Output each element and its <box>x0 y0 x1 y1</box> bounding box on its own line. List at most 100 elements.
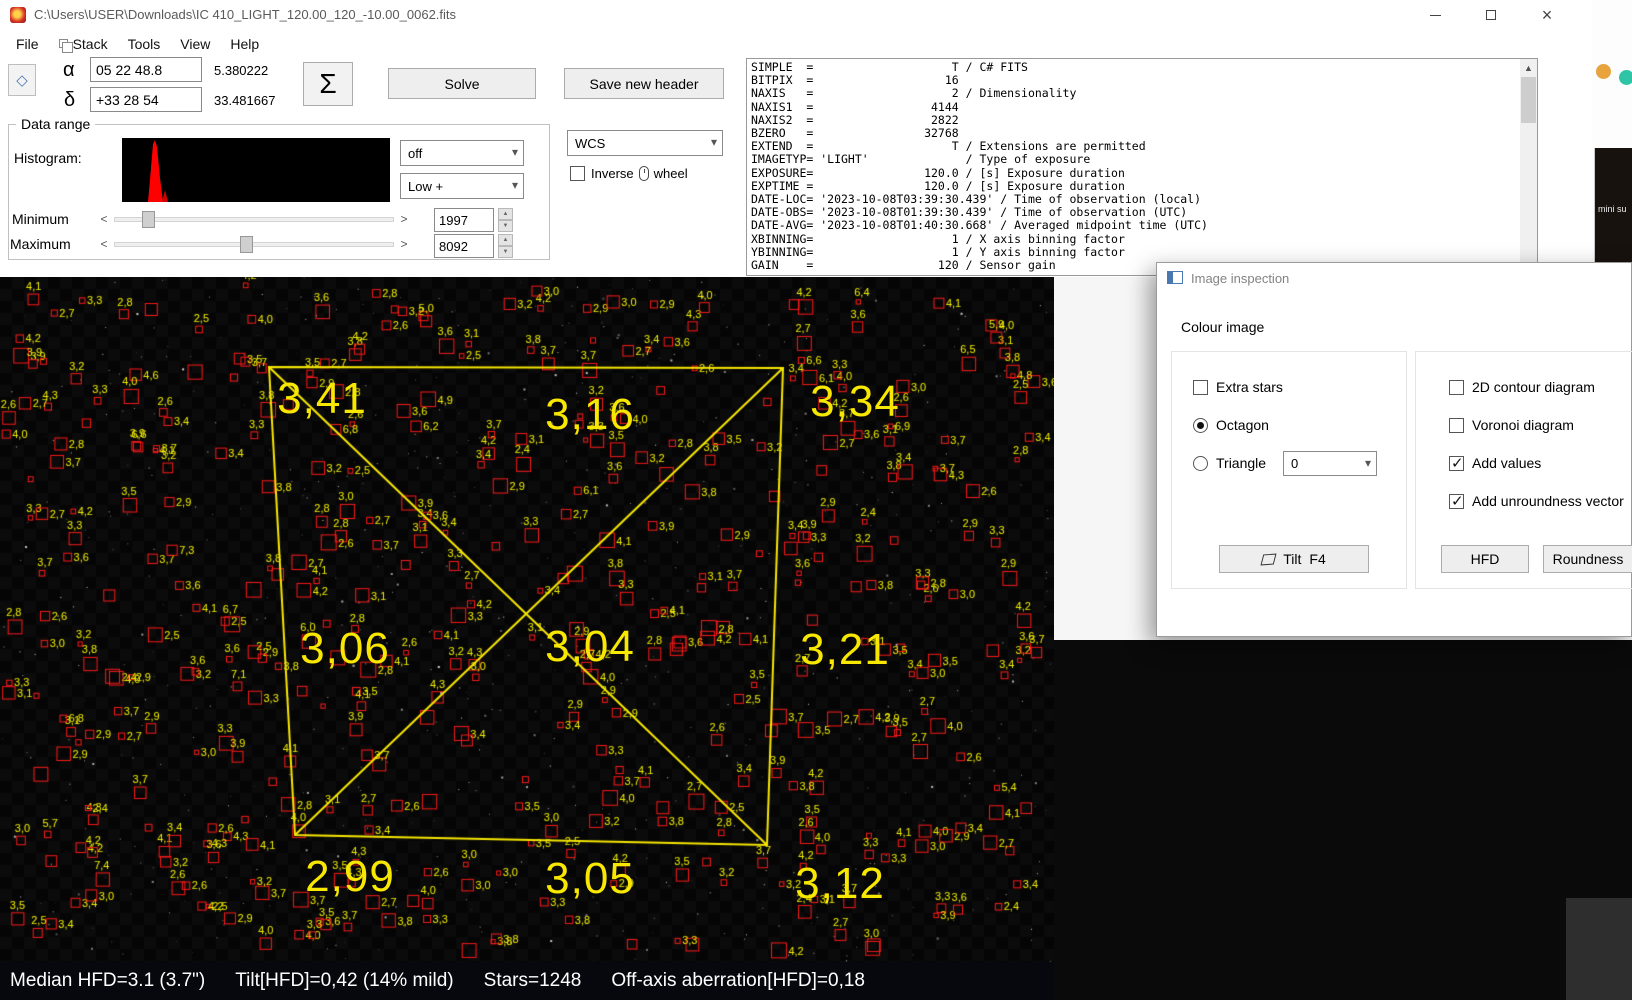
fits-header-line: NAXIS = 2 / Dimensionality <box>751 86 1077 101</box>
minimum-slider-right-arrow[interactable]: > <box>396 210 412 228</box>
sigma-button[interactable]: Σ <box>303 62 353 106</box>
minimum-slider-left-arrow[interactable]: < <box>96 210 112 228</box>
status-tilt: Tilt[HFD]=0,42 (14% mild) <box>235 970 454 991</box>
histogram-label: Histogram: <box>14 150 82 166</box>
maximum-value-input[interactable] <box>434 234 494 258</box>
tilt-button[interactable]: Tilt F4 <box>1219 545 1369 573</box>
voronoi-checkbox[interactable] <box>1449 417 1464 433</box>
minimize-icon <box>1429 14 1441 16</box>
close-button[interactable]: × <box>1524 0 1570 30</box>
fits-header-line: XBINNING= 1 / X axis binning factor <box>751 231 1125 246</box>
inverse-wheel-option[interactable]: Inverse wheel <box>570 166 688 181</box>
fits-header-line: EXPOSURE= 120.0 / [s] Exposure duration <box>751 165 1125 180</box>
hfd-button[interactable]: HFD <box>1441 545 1529 573</box>
spinner-down-icon[interactable]: ▼ <box>498 246 513 258</box>
menu-help[interactable]: Help <box>220 32 269 56</box>
octagon-radio[interactable] <box>1193 417 1208 433</box>
menu-tools[interactable]: Tools <box>118 32 171 56</box>
starfield-canvas[interactable] <box>0 277 1054 962</box>
menu-stack[interactable]: Stack <box>49 32 118 56</box>
extra-stars-checkbox[interactable] <box>1193 379 1208 395</box>
add-unroundness-checkbox[interactable] <box>1449 492 1464 510</box>
minimum-slider-thumb[interactable] <box>142 211 155 228</box>
taskbar-green-icon[interactable] <box>1619 70 1632 85</box>
minimize-button[interactable] <box>1412 0 1458 30</box>
maximize-button[interactable] <box>1468 0 1514 30</box>
data-range-label: Data range <box>16 116 96 132</box>
status-median-hfd: Median HFD=3.1 (3.7") <box>10 970 206 991</box>
status-bar: Median HFD=3.1 (3.7") Tilt[HFD]=0,42 (14… <box>0 962 1054 1000</box>
maximum-slider-thumb[interactable] <box>240 236 253 253</box>
maximum-spinner[interactable]: ▲ ▼ <box>498 234 513 258</box>
count-select[interactable]: 0 ▾ <box>1283 451 1377 476</box>
tilt-icon <box>1260 553 1277 565</box>
maximum-slider-right-arrow[interactable]: > <box>396 235 412 253</box>
chevron-down-icon: ▾ <box>1364 456 1371 470</box>
fits-header-text: SIMPLE = T / C# FITS BITPIX = 16 NAXIS = 2… <box>751 61 1517 273</box>
background-thumbnail-label: mini su <box>1598 204 1627 214</box>
fits-header-line: NAXIS1 = 4144 <box>751 99 959 114</box>
background-thumbnail[interactable]: mini su <box>1594 148 1632 270</box>
scrollbar-thumb[interactable] <box>1521 77 1536 123</box>
triangle-radio[interactable] <box>1193 455 1208 471</box>
ra-input[interactable] <box>90 57 202 82</box>
minimum-slider-track[interactable] <box>114 217 394 222</box>
diamond-icon: ◇ <box>16 72 28 89</box>
extra-stars-option[interactable]: Extra stars <box>1193 379 1283 395</box>
maximum-slider-left-arrow[interactable]: < <box>96 235 112 253</box>
minimum-value-input[interactable] <box>434 208 494 232</box>
minimum-spinner[interactable]: ▲ ▼ <box>498 208 513 232</box>
roundness-button[interactable]: Roundness <box>1543 545 1632 573</box>
menu-view[interactable]: View <box>170 32 220 56</box>
triangle-option[interactable]: Triangle <box>1193 455 1266 471</box>
alpha-symbol: α <box>63 59 75 81</box>
contour-diagram-option[interactable]: 2D contour diagram <box>1449 379 1595 395</box>
status-offaxis: Off-axis aberration[HFD]=0,18 <box>611 970 865 991</box>
chevron-down-icon: ▾ <box>511 145 518 159</box>
titlebar: C:\Users\USER\Downloads\IC 410_LIGHT_120… <box>0 0 1592 30</box>
maximum-label: Maximum <box>10 236 71 252</box>
spinner-down-icon[interactable]: ▼ <box>498 220 513 232</box>
contour-checkbox[interactable] <box>1449 379 1464 395</box>
status-stars: Stars=1248 <box>483 970 582 991</box>
navigation-button[interactable]: ◇ <box>8 64 36 96</box>
maximum-slider-track[interactable] <box>114 242 394 247</box>
spinner-up-icon[interactable]: ▲ <box>498 234 513 246</box>
dialog-title: Image inspection <box>1191 271 1290 286</box>
window-title: C:\Users\USER\Downloads\IC 410_LIGHT_120… <box>34 7 457 22</box>
menu-file[interactable]: File <box>6 32 49 56</box>
image-inspection-dialog: Image inspection Colour image Extra star… <box>1156 262 1632 637</box>
colour-image-label: Colour image <box>1181 319 1265 335</box>
fits-header-line: IMAGETYP= 'LIGHT' / Type of exposure <box>751 152 1091 167</box>
background-corner-patch <box>1566 898 1632 1000</box>
add-unroundness-option[interactable]: Add unroundness vector <box>1449 492 1624 510</box>
dec-input[interactable] <box>90 87 202 112</box>
menubar: File Stack Tools View Help <box>0 30 1592 57</box>
voronoi-diagram-option[interactable]: Voronoi diagram <box>1449 417 1574 433</box>
octagon-option[interactable]: Octagon <box>1193 417 1269 433</box>
add-values-option[interactable]: Add values <box>1449 454 1541 472</box>
add-values-checkbox[interactable] <box>1449 454 1464 472</box>
stretch-select[interactable]: off ▾ <box>400 140 524 166</box>
spinner-up-icon[interactable]: ▲ <box>498 208 513 220</box>
wcs-select[interactable]: WCS ▾ <box>567 130 723 156</box>
inverse-wheel-checkbox[interactable] <box>570 166 585 181</box>
chevron-down-icon: ▾ <box>710 135 717 149</box>
save-new-header-button[interactable]: Save new header <box>564 68 724 99</box>
chevron-down-icon: ▾ <box>511 178 518 192</box>
fits-scrollbar[interactable]: ▲ ▼ <box>1520 59 1537 275</box>
solve-button[interactable]: Solve <box>388 68 536 99</box>
taskbar-orange-icon[interactable] <box>1596 64 1611 79</box>
main-window: C:\Users\USER\Downloads\IC 410_LIGHT_120… <box>0 0 1592 277</box>
minimum-label: Minimum <box>12 211 69 227</box>
ra-decimal-value: 5.380222 <box>214 63 269 78</box>
scroll-up-icon[interactable]: ▲ <box>1520 59 1537 76</box>
fits-header-line: DATE-AVG= '2023-10-08T01:40:30.668' / Av… <box>751 218 1208 233</box>
dialog-titlebar[interactable]: Image inspection <box>1157 263 1631 293</box>
maximize-icon <box>1486 10 1496 20</box>
delta-symbol: δ <box>64 89 76 111</box>
range-preset-select[interactable]: Low + ▾ <box>400 173 524 199</box>
image-viewport[interactable]: 3,41 3,16 3,34 3,06 3,04 3,21 2,99 3,05 3,12 <box>0 277 1054 962</box>
histogram-plot[interactable] <box>122 138 390 202</box>
background-dark-window <box>1054 640 1632 1000</box>
